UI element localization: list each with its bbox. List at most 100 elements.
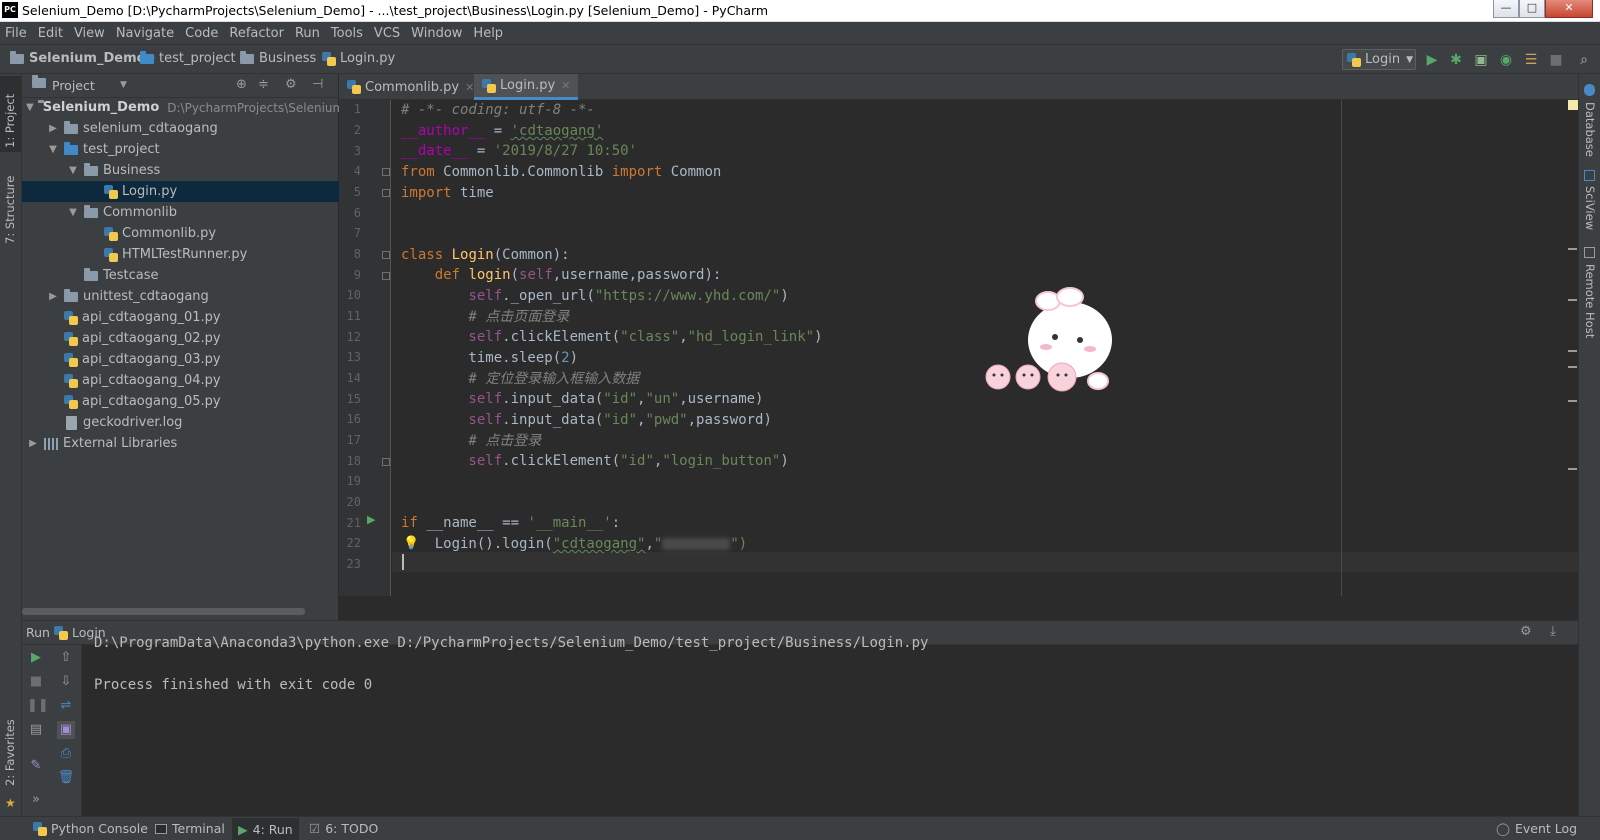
code-line-12: self.clickElement("class","hd_login_link…	[401, 327, 822, 347]
arrow-down-icon[interactable]: ⇩	[57, 673, 75, 691]
tab-structure[interactable]: 7: Structure	[3, 176, 17, 244]
folder-icon	[10, 50, 24, 64]
fold-marker-icon[interactable]	[382, 272, 390, 280]
line-number: 10	[346, 288, 361, 302]
search-icon[interactable]: ⌕	[1575, 51, 1593, 69]
run-configuration-select[interactable]: Login ▼	[1342, 49, 1416, 70]
tab-login[interactable]: Login.py ✕	[474, 74, 579, 100]
tab-sciview[interactable]: SciView	[1583, 186, 1597, 230]
chevron-right-icon[interactable]: ▶	[26, 438, 40, 449]
scroll-to-end-icon[interactable]: ▣	[57, 721, 75, 739]
close-tab-icon[interactable]: ✕	[465, 81, 474, 94]
fold-marker-icon[interactable]	[382, 458, 390, 466]
print-icon[interactable]: ⎙	[57, 745, 75, 763]
gear-icon[interactable]: ⚙	[285, 77, 297, 92]
minimize-button[interactable]: —	[1493, 0, 1519, 18]
run-gutter-icon[interactable]: ▶	[367, 513, 375, 526]
database-icon	[1584, 84, 1595, 96]
horizontal-scrollbar[interactable]	[22, 608, 305, 615]
tree-item[interactable]: api_cdtaogang_03.py	[22, 349, 339, 370]
project-view-title[interactable]: Project	[52, 78, 95, 93]
soft-wrap-icon[interactable]: ⇌	[57, 697, 75, 715]
menu-file[interactable]: File	[5, 26, 27, 41]
run-icon[interactable]: ▶	[1423, 51, 1441, 69]
menu-window[interactable]: Window	[411, 26, 462, 41]
tree-item-root[interactable]: ▼ Selenium_Demo D:\PycharmProjects\Selen…	[22, 97, 350, 118]
code-editor[interactable]: 1 2 3 4 5 6 7 8 9 10 11 12 13 14 15 16 1…	[339, 100, 1578, 596]
tree-item[interactable]: geckodriver.log	[22, 412, 339, 433]
editor-scroll-markers[interactable]	[1568, 100, 1578, 596]
chevron-down-icon[interactable]: ▼	[66, 165, 80, 176]
menu-navigate[interactable]: Navigate	[116, 26, 174, 41]
hide-panel-icon[interactable]: ⤓	[1550, 624, 1556, 639]
chevron-down-icon[interactable]: ▼	[46, 144, 60, 155]
fold-marker-icon[interactable]	[382, 189, 390, 197]
close-tab-icon[interactable]: ✕	[561, 79, 570, 92]
locate-file-icon[interactable]: ⊕	[236, 77, 247, 92]
menu-run[interactable]: Run	[295, 26, 320, 41]
menu-help[interactable]: Help	[473, 26, 503, 41]
close-button[interactable]: ✕	[1545, 0, 1593, 18]
maximize-button[interactable]: □	[1519, 0, 1545, 18]
tree-item[interactable]: ▼ test_project	[22, 139, 339, 160]
profile-icon[interactable]: ◉	[1497, 51, 1515, 69]
chevron-right-icon[interactable]: ▶	[46, 291, 60, 302]
tool-python-console[interactable]: Python Console	[33, 821, 148, 836]
tree-item[interactable]: ▶ External Libraries	[22, 433, 339, 454]
tool-event-log[interactable]: ◯ Event Log	[1496, 821, 1577, 836]
tree-item[interactable]: Commonlib.py	[22, 223, 339, 244]
tree-item[interactable]: api_cdtaogang_05.py	[22, 391, 339, 412]
restore-layout-icon[interactable]: ▤	[27, 721, 45, 739]
rerun-icon[interactable]: ▶	[27, 649, 45, 667]
pause-icon[interactable]: ❚❚	[27, 697, 49, 715]
breadcrumb-file[interactable]: Login.py	[322, 51, 395, 66]
tab-remote-host[interactable]: Remote Host	[1583, 264, 1597, 338]
stop-icon[interactable]: ■	[27, 673, 45, 691]
chevron-down-icon[interactable]: ▼	[120, 80, 127, 90]
tree-item[interactable]: ▼ Business	[22, 160, 339, 181]
tree-item[interactable]: HTMLTestRunner.py	[22, 244, 339, 265]
tool-run[interactable]: ▶ 4: Run	[232, 818, 299, 840]
pin-icon[interactable]: ✎	[27, 757, 45, 775]
hide-panel-icon[interactable]: ⊣	[312, 77, 323, 92]
stop-icon[interactable]: ■	[1547, 51, 1565, 69]
tool-terminal[interactable]: Terminal	[155, 821, 225, 836]
coverage-icon[interactable]: ▣	[1472, 51, 1490, 69]
concurrency-icon[interactable]: ☰	[1522, 51, 1540, 69]
arrow-up-icon[interactable]: ⇧	[57, 649, 75, 667]
tree-item[interactable]: api_cdtaogang_04.py	[22, 370, 339, 391]
chevron-down-icon[interactable]: ▼	[26, 102, 34, 113]
tree-item[interactable]: ▶ selenium_cdtaogang	[22, 118, 339, 139]
tool-todo[interactable]: ☑ 6: TODO	[309, 821, 378, 836]
tree-item[interactable]: Testcase	[22, 265, 339, 286]
more-icon[interactable]: »	[27, 791, 45, 809]
tab-database[interactable]: Database	[1583, 102, 1597, 157]
collapse-all-icon[interactable]: ≑	[258, 77, 269, 92]
menu-vcs[interactable]: VCS	[374, 26, 400, 41]
breadcrumb-project[interactable]: Selenium_Demo ›	[10, 50, 156, 66]
chevron-right-icon[interactable]: ▶	[46, 123, 60, 134]
tree-item[interactable]: api_cdtaogang_02.py	[22, 328, 339, 349]
menu-view[interactable]: View	[74, 26, 105, 41]
python-file-icon	[64, 331, 78, 346]
menu-edit[interactable]: Edit	[38, 26, 63, 41]
breadcrumb-test-project[interactable]: test_project ›	[140, 50, 246, 66]
fold-marker-icon[interactable]	[382, 251, 390, 259]
breadcrumb-business[interactable]: Business ›	[240, 50, 326, 66]
lightbulb-icon[interactable]: 💡	[403, 536, 419, 551]
tree-item[interactable]: api_cdtaogang_01.py	[22, 307, 339, 328]
tab-favorites[interactable]: 2: Favorites	[3, 719, 17, 786]
tab-project[interactable]: 1: Project	[3, 94, 17, 148]
chevron-down-icon[interactable]: ▼	[66, 207, 80, 218]
tree-item[interactable]: ▼ Commonlib	[22, 202, 339, 223]
tree-item-selected[interactable]: Login.py	[22, 181, 339, 202]
debug-icon[interactable]: ✱	[1447, 51, 1465, 69]
gear-icon[interactable]: ⚙	[1520, 624, 1532, 639]
menu-code[interactable]: Code	[185, 26, 218, 41]
fold-marker-icon[interactable]	[382, 168, 390, 176]
menu-tools[interactable]: Tools	[331, 26, 363, 41]
tree-item[interactable]: ▶ unittest_cdtaogang	[22, 286, 339, 307]
trash-icon[interactable]: 🗑	[57, 769, 75, 787]
menu-refactor[interactable]: Refactor	[229, 26, 284, 41]
tab-commonlib[interactable]: Commonlib.py ✕	[339, 74, 482, 100]
